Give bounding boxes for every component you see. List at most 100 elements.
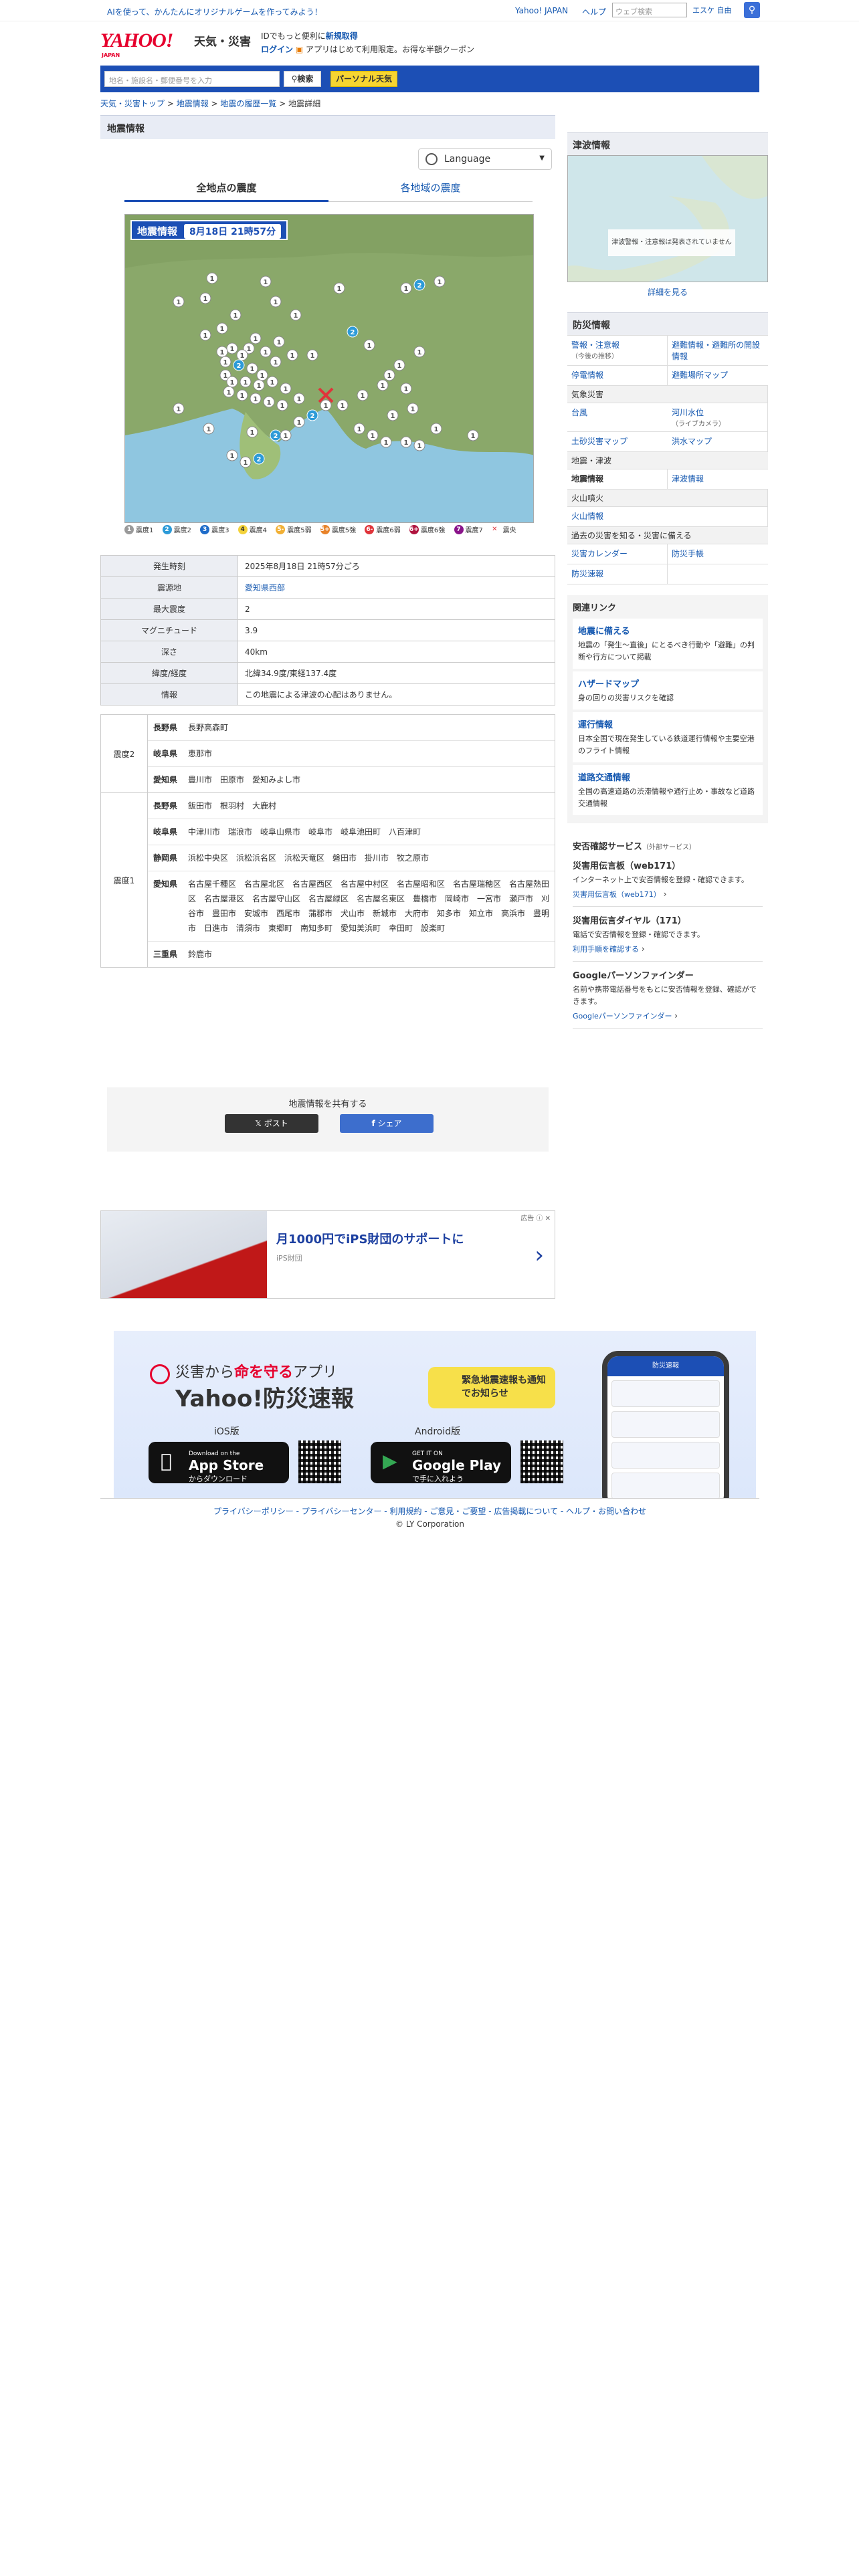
app-promo-link[interactable]: アプリはじめて利用限定。お得な半額クーポン bbox=[306, 45, 474, 54]
breadcrumb-history[interactable]: 地震の履歴一覧 bbox=[220, 99, 276, 108]
bousai-link[interactable]: 土砂災害マップ bbox=[567, 432, 668, 452]
svg-text:2: 2 bbox=[257, 456, 262, 463]
bousai-link[interactable]: 火山情報 bbox=[567, 507, 668, 527]
quake-map[interactable]: 1111111112121111111111121111111111111111… bbox=[124, 214, 534, 523]
bousai-link[interactable]: 河川水位 （ライブカメラ） bbox=[668, 403, 768, 432]
svg-text:1: 1 bbox=[177, 299, 181, 306]
intensity-5-upper-icon: 5+ bbox=[320, 524, 330, 534]
bousai-link[interactable]: 災害カレンダー bbox=[567, 544, 668, 564]
intensity-1-icon: 1 bbox=[293, 393, 305, 405]
footer-links[interactable]: プライバシーポリシー - プライバシーセンター - 利用規約 - ご意見・ご要望… bbox=[213, 1507, 646, 1516]
app-store-button[interactable]: Download on theApp Storeからダウンロード bbox=[149, 1442, 289, 1483]
help-link[interactable]: ヘルプ bbox=[582, 6, 606, 17]
info-icon: ⓘ bbox=[536, 1215, 543, 1222]
breadcrumb-top[interactable]: 天気・災害トップ bbox=[100, 99, 165, 108]
escape-link[interactable]: エスケ 自由 bbox=[692, 5, 732, 15]
login-link[interactable]: ログイン bbox=[261, 45, 293, 54]
intensity-1-icon: 1 bbox=[256, 369, 268, 381]
intensity-1-icon: 1 bbox=[199, 329, 211, 341]
svg-text:1: 1 bbox=[397, 362, 402, 370]
list-item: 運行情報 日本全国で現在発生している鉄道運行情報や主要空港のフライト情報 bbox=[573, 712, 763, 762]
bousai-link[interactable]: 津波情報 bbox=[668, 469, 768, 490]
tab-bar: 全地点の震度 各地域の震度 bbox=[124, 177, 533, 202]
intensity-1-icon: 1 bbox=[260, 346, 272, 358]
intensity-1-icon: 1 bbox=[467, 429, 479, 441]
bousai-link[interactable]: 警報・注意報 （今後の推移） bbox=[567, 336, 668, 366]
bousai-link[interactable]: 停電情報 bbox=[567, 366, 668, 386]
intensity-1-icon: 1 bbox=[226, 376, 238, 388]
legend-item-6-: 6- 震度6弱 bbox=[365, 524, 401, 534]
bousai-link[interactable]: 防災手帳 bbox=[668, 544, 768, 564]
intensity-1-icon: 1 bbox=[270, 356, 282, 368]
bousai-grid: 警報・注意報 （今後の推移） 避難情報・避難所の開設情報 停電情報 避難場所マップ 気象災… bbox=[567, 335, 768, 584]
svg-text:2: 2 bbox=[417, 282, 422, 290]
intensity-1-icon: 1 bbox=[400, 383, 412, 395]
close-icon: ✕ bbox=[545, 1215, 551, 1222]
bousai-link[interactable]: 避難場所マップ bbox=[668, 366, 768, 386]
svg-text:1: 1 bbox=[177, 406, 181, 413]
facebook-share-button[interactable]: f シェア bbox=[340, 1114, 434, 1133]
bousai-link[interactable]: 地震情報 bbox=[567, 469, 668, 490]
tab-by-region[interactable]: 各地域の震度 bbox=[328, 177, 533, 202]
tsunami-more-link[interactable]: 詳細を見る bbox=[648, 288, 688, 297]
sidebar: 津波情報 津波警報・注意報は発表されていません 詳細を見る 防災情報 警報・注意… bbox=[567, 132, 768, 1045]
bousai-link[interactable]: 洪水マップ bbox=[668, 432, 768, 452]
tab-all-points[interactable]: 全地点の震度 bbox=[124, 177, 328, 202]
svg-text:1: 1 bbox=[203, 332, 208, 340]
intensity-1-icon: 1 bbox=[320, 399, 332, 411]
ad-label[interactable]: 広告 ⓘ ✕ bbox=[520, 1212, 551, 1222]
intensity-1-icon: 1 bbox=[173, 296, 185, 308]
web-search-input[interactable]: ウェブ検索 bbox=[612, 3, 687, 17]
ad-banner[interactable]: 月1000円でiPS財団のサポートに iPS財団 広告 ⓘ ✕ › bbox=[100, 1210, 555, 1299]
intensity-1-icon: 1 bbox=[206, 272, 218, 284]
android-label: Android版 bbox=[415, 1426, 461, 1437]
search-button[interactable]: ⚲検索 bbox=[284, 71, 321, 87]
svg-text:2: 2 bbox=[351, 329, 355, 336]
yahoo-japan-link[interactable]: Yahoo! JAPAN bbox=[515, 6, 568, 15]
svg-text:1: 1 bbox=[290, 352, 295, 360]
personal-weather-button[interactable]: パーソナル天気 bbox=[330, 71, 397, 87]
bousai-link[interactable]: 防災速報 bbox=[567, 564, 668, 584]
svg-text:1: 1 bbox=[250, 366, 255, 373]
intensity-1-icon: 1 bbox=[226, 342, 238, 354]
svg-text:1: 1 bbox=[404, 386, 409, 393]
list-item: 長野県 飯田市 根羽村 大鹿村 bbox=[148, 793, 555, 819]
bousai-subheader: 気象災害 bbox=[567, 386, 768, 403]
svg-text:1: 1 bbox=[367, 342, 372, 350]
epicenter-link[interactable]: 愛知県西部 bbox=[245, 583, 285, 593]
phone-mockup: 防災速報 bbox=[602, 1351, 729, 1498]
bousai-link[interactable]: 台風 bbox=[567, 403, 668, 432]
intensity-1-icon: 1 bbox=[263, 396, 275, 408]
svg-text:1: 1 bbox=[223, 372, 228, 380]
intensity-1-icon: 1 bbox=[229, 309, 242, 321]
intensity-1-icon: 1 bbox=[246, 362, 258, 374]
google-play-button[interactable]: ▶ GET IT ON Google Play で手に入れよう bbox=[371, 1442, 511, 1483]
facebook-icon: f bbox=[371, 1119, 375, 1128]
x-post-button[interactable]: 𝕏 ポスト bbox=[225, 1114, 318, 1133]
svg-text:1: 1 bbox=[230, 379, 235, 387]
svg-text:1: 1 bbox=[220, 349, 225, 356]
signup-link[interactable]: 新規取得 bbox=[326, 31, 358, 41]
legend-item-7: 7 震度7 bbox=[454, 524, 486, 534]
severity-group: 震度2 長野県 長野高森町 岐阜県 恵那市 愛知県 豊川市 田原市 愛知みよし市 bbox=[101, 715, 555, 793]
promo-link[interactable]: AIを使って、かんたんにオリジナルゲームを作ってみよう！ bbox=[107, 6, 322, 17]
svg-text:1: 1 bbox=[240, 393, 245, 400]
bousai-subheader: 過去の災害を知る・災害に備える bbox=[567, 527, 768, 544]
svg-text:1: 1 bbox=[230, 453, 235, 460]
bousai-link[interactable]: 避難情報・避難所の開設情報 bbox=[668, 336, 768, 366]
intensity-1-icon: 1 bbox=[223, 386, 235, 398]
breadcrumb-quake[interactable]: 地震情報 bbox=[177, 99, 209, 108]
yahoo-logo[interactable]: YAHOO! JAPAN bbox=[100, 29, 187, 58]
globe-icon bbox=[425, 153, 438, 165]
intensity-1-icon: 1 bbox=[246, 426, 258, 438]
list-item: 岐阜県 恵那市 bbox=[148, 741, 555, 767]
intensity-7-icon: 7 bbox=[454, 524, 464, 534]
app-promo-banner[interactable]: 災害から命を守るアプリ Yahoo!防災速報 緊急地震速報も通知でお知らせ iO… bbox=[114, 1331, 756, 1498]
location-search-input[interactable]: 地名・施設名・郵便番号を入力 bbox=[104, 71, 280, 87]
table-row: 緯度/経度 北緯34.9度/東経137.4度 bbox=[100, 662, 555, 684]
svg-text:1: 1 bbox=[270, 379, 275, 387]
intensity-1-icon: 1 bbox=[337, 399, 349, 411]
language-select[interactable]: Language ▼ bbox=[418, 148, 552, 170]
search-icon[interactable]: ⚲ bbox=[744, 2, 760, 18]
tsunami-map[interactable]: 津波警報・注意報は発表されていません bbox=[567, 155, 768, 282]
